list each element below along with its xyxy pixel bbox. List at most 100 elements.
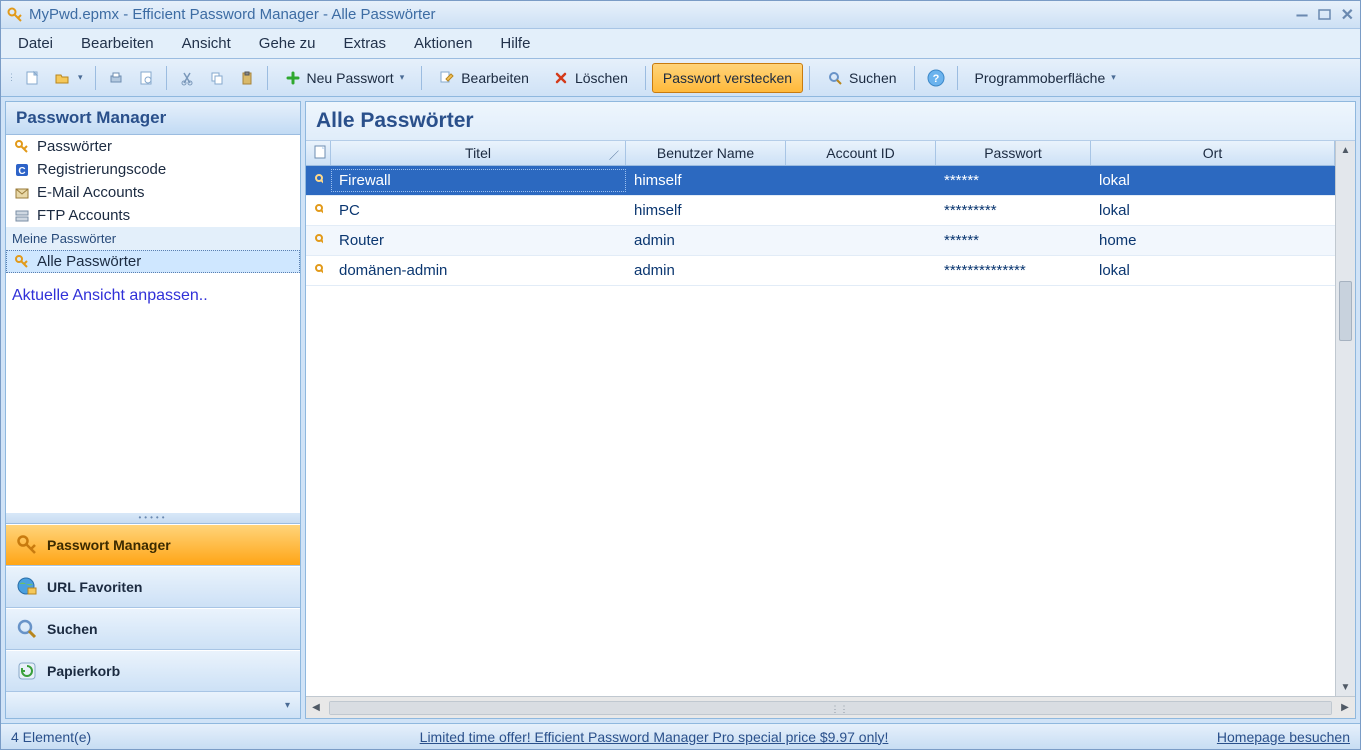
pencil-icon <box>439 70 455 86</box>
copy-button[interactable] <box>203 63 231 93</box>
app-key-icon <box>7 7 23 23</box>
edit-button[interactable]: Bearbeiten <box>428 63 540 93</box>
col-header-icon[interactable] <box>306 141 331 165</box>
status-bar: 4 Element(e) Limited time offer! Efficie… <box>1 723 1360 749</box>
menu-aktionen[interactable]: Aktionen <box>407 32 479 55</box>
maximize-button[interactable] <box>1318 9 1331 20</box>
grid-header-row: Titel／ Benutzer Name Account ID Passwort… <box>306 141 1335 166</box>
status-count: 4 Element(e) <box>11 729 91 745</box>
content-area: Passwort Manager Passwörter C Registrier… <box>1 97 1360 723</box>
skin-button[interactable]: Programmoberfläche ▾ <box>964 63 1127 93</box>
new-password-button[interactable]: Neu Passwort ▾ <box>274 63 416 93</box>
menu-datei[interactable]: Datei <box>11 32 60 55</box>
menu-ansicht[interactable]: Ansicht <box>175 32 238 55</box>
chevron-down-icon: ▾ <box>285 700 290 711</box>
menu-gehezu[interactable]: Gehe zu <box>252 32 323 55</box>
tree-section-header: Meine Passwörter <box>6 227 300 250</box>
reg-icon: C <box>14 162 30 178</box>
toolbar-grip-icon: ⋮ <box>7 72 14 83</box>
tree-item-email[interactable]: E-Mail Accounts <box>6 181 300 204</box>
tree-item-regcode[interactable]: C Registrierungscode <box>6 158 300 181</box>
open-button[interactable]: ▾ <box>48 63 89 93</box>
main-title: Alle Passwörter <box>306 102 1355 141</box>
ftp-icon <box>14 208 30 224</box>
table-row[interactable]: domänen-admin admin ************** lokal <box>306 256 1335 286</box>
minimize-button[interactable]: ‒ <box>1296 10 1307 20</box>
scroll-down-button[interactable]: ▼ <box>1336 678 1355 696</box>
grid-body: Firewall himself ****** lokal PC himself… <box>306 166 1335 286</box>
key-icon <box>314 203 323 219</box>
nav-password-manager[interactable]: Passwort Manager <box>6 524 300 566</box>
key-icon <box>314 173 323 189</box>
search-icon <box>16 618 38 640</box>
menu-extras[interactable]: Extras <box>337 32 394 55</box>
nav-search[interactable]: Suchen <box>6 608 300 650</box>
menu-bearbeiten[interactable]: Bearbeiten <box>74 32 161 55</box>
menu-bar: Datei Bearbeiten Ansicht Gehe zu Extras … <box>1 29 1360 59</box>
promo-link[interactable]: Limited time offer! Efficient Password M… <box>420 729 889 745</box>
nav-splitter-handle[interactable]: ••••• <box>6 513 300 523</box>
hide-password-button[interactable]: Passwort verstecken <box>652 63 803 93</box>
main-pane: Alle Passwörter Titel／ Benutzer Name Acc… <box>305 101 1356 719</box>
key-icon <box>14 254 30 270</box>
plus-icon <box>285 70 301 86</box>
tree-item-passwords[interactable]: Passwörter <box>6 135 300 158</box>
globe-icon <box>16 576 38 598</box>
hscroll-track[interactable]: ⋮⋮ <box>329 701 1332 715</box>
sort-asc-icon: ／ <box>609 147 619 162</box>
tree-item-all-passwords[interactable]: Alle Passwörter <box>6 250 300 273</box>
key-icon <box>314 233 323 249</box>
nav-url-favorites[interactable]: URL Favoriten <box>6 566 300 608</box>
menu-hilfe[interactable]: Hilfe <box>493 32 537 55</box>
edit-label: Bearbeiten <box>461 70 529 86</box>
horizontal-scrollbar[interactable]: ◀ ⋮⋮ ▶ <box>306 696 1355 718</box>
col-header-user[interactable]: Benutzer Name <box>626 141 786 165</box>
scroll-up-button[interactable]: ▲ <box>1336 141 1355 159</box>
sidebar: Passwort Manager Passwörter C Registrier… <box>5 101 301 719</box>
print-preview-button[interactable] <box>132 63 160 93</box>
table-row[interactable]: Firewall himself ****** lokal <box>306 166 1335 196</box>
window-title: MyPwd.epmx - Efficient Password Manager … <box>29 6 436 23</box>
table-row[interactable]: Router admin ****** home <box>306 226 1335 256</box>
col-header-account[interactable]: Account ID <box>786 141 936 165</box>
table-row[interactable]: PC himself ********* lokal <box>306 196 1335 226</box>
key-icon <box>314 263 323 279</box>
search-label: Suchen <box>849 70 896 86</box>
doc-icon <box>314 145 326 159</box>
mail-icon <box>14 185 30 201</box>
key-large-icon <box>16 534 38 556</box>
help-button[interactable]: ? <box>921 63 951 93</box>
paste-button[interactable] <box>233 63 261 93</box>
nav-trash[interactable]: Papierkorb <box>6 650 300 692</box>
print-button[interactable] <box>102 63 130 93</box>
search-button[interactable]: Suchen <box>816 63 907 93</box>
col-header-title[interactable]: Titel／ <box>331 141 626 165</box>
tree-item-ftp[interactable]: FTP Accounts <box>6 204 300 227</box>
search-icon <box>827 70 843 86</box>
hide-password-label: Passwort verstecken <box>663 70 792 86</box>
delete-x-icon <box>553 70 569 86</box>
close-button[interactable]: ✕ <box>1341 5 1354 25</box>
nav-section: Passwort Manager URL Favoriten Suchen Pa… <box>6 523 300 692</box>
new-password-label: Neu Passwort <box>307 70 394 86</box>
nav-more-button[interactable]: ▾ <box>6 692 300 718</box>
col-header-password[interactable]: Passwort <box>936 141 1091 165</box>
scroll-right-button[interactable]: ▶ <box>1335 702 1355 713</box>
new-doc-button[interactable] <box>18 63 46 93</box>
homepage-link[interactable]: Homepage besuchen <box>1217 729 1350 745</box>
recycle-icon <box>16 660 38 682</box>
scroll-thumb[interactable] <box>1339 281 1352 341</box>
sidebar-tree: Passwörter C Registrierungscode E-Mail A… <box>6 135 300 513</box>
scroll-left-button[interactable]: ◀ <box>306 702 326 713</box>
cut-button[interactable] <box>173 63 201 93</box>
svg-text:?: ? <box>932 73 939 85</box>
col-header-location[interactable]: Ort <box>1091 141 1335 165</box>
delete-button[interactable]: Löschen <box>542 63 639 93</box>
key-icon <box>14 139 30 155</box>
customize-view-link[interactable]: Aktuelle Ansicht anpassen.. <box>6 273 300 319</box>
delete-label: Löschen <box>575 70 628 86</box>
svg-text:C: C <box>18 166 25 177</box>
vertical-scrollbar[interactable]: ▲ ▼ <box>1335 141 1355 696</box>
sidebar-title: Passwort Manager <box>6 102 300 135</box>
title-bar: MyPwd.epmx - Efficient Password Manager … <box>1 1 1360 29</box>
